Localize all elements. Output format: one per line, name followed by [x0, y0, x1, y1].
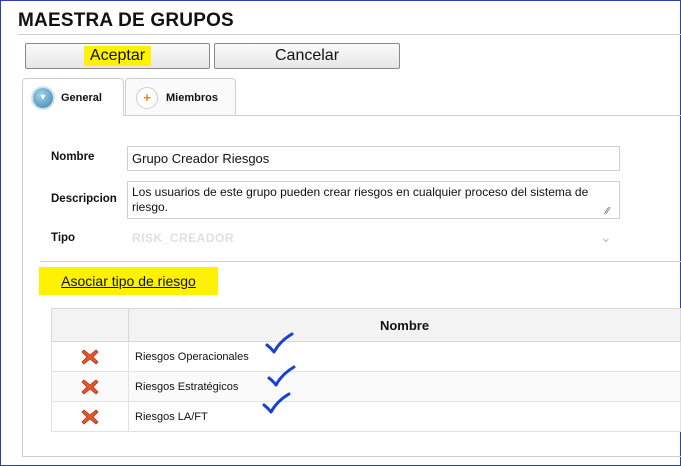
tab-miembros[interactable]: + Miembros: [125, 78, 236, 116]
checkmark-icon: [265, 332, 294, 354]
risk-types-table: Nombre Riesgos Operacionales Riesgos Est…: [51, 308, 681, 432]
row-nombre: Riesgos LA/FT: [128, 401, 681, 432]
nombre-field[interactable]: Grupo Creador Riesgos: [127, 146, 620, 171]
table-row: Riesgos LA/FT: [51, 401, 681, 432]
cancel-button-label: Cancelar: [274, 47, 340, 64]
row-nombre: Riesgos Estratégicos: [128, 371, 681, 402]
column-header-nombre[interactable]: Nombre: [128, 308, 681, 342]
delete-cell: [51, 401, 129, 432]
associate-risk-type-link[interactable]: Asociar tipo de riesgo: [61, 273, 196, 289]
chevron-down-icon: ▾: [33, 87, 53, 108]
delete-cell: [51, 341, 129, 372]
descripcion-field[interactable]: Los usuarios de este grupo pueden crear …: [127, 181, 620, 219]
cancel-button[interactable]: Cancelar: [214, 43, 400, 69]
tipo-select[interactable]: RISK_CREADOR: [132, 231, 234, 245]
accept-button[interactable]: Aceptar: [25, 43, 210, 69]
descripcion-label: Descripcion: [51, 193, 117, 205]
chevron-down-icon[interactable]: ⌄: [600, 229, 612, 246]
delete-cell: [51, 371, 129, 402]
column-header-actions: [51, 308, 129, 342]
nombre-value: Grupo Creador Riesgos: [132, 151, 270, 166]
nombre-label: Nombre: [51, 151, 95, 163]
accept-button-label: Aceptar: [83, 46, 152, 66]
table-row: Riesgos Operacionales: [51, 341, 681, 372]
tab-miembros-label: Miembros: [166, 91, 218, 104]
section-divider: [40, 261, 681, 262]
table-row: Riesgos Estratégicos: [51, 371, 681, 402]
tab-general-label: General: [61, 91, 102, 104]
tipo-label: Tipo: [51, 232, 76, 244]
checkmark-icon: [262, 392, 291, 414]
delete-icon[interactable]: [80, 348, 100, 366]
page-title: MAESTRA DE GRUPOS: [18, 10, 234, 31]
resize-handle-icon[interactable]: ∕∕: [606, 206, 609, 217]
delete-icon[interactable]: [80, 378, 100, 396]
title-divider: [18, 34, 681, 35]
associate-link-highlight: Asociar tipo de riesgo: [39, 267, 218, 295]
plus-icon: +: [136, 86, 158, 109]
checkmark-icon: [267, 365, 296, 387]
row-nombre: Riesgos Operacionales: [128, 341, 681, 372]
tab-general[interactable]: ▾ General: [22, 78, 124, 116]
delete-icon[interactable]: [80, 408, 100, 426]
